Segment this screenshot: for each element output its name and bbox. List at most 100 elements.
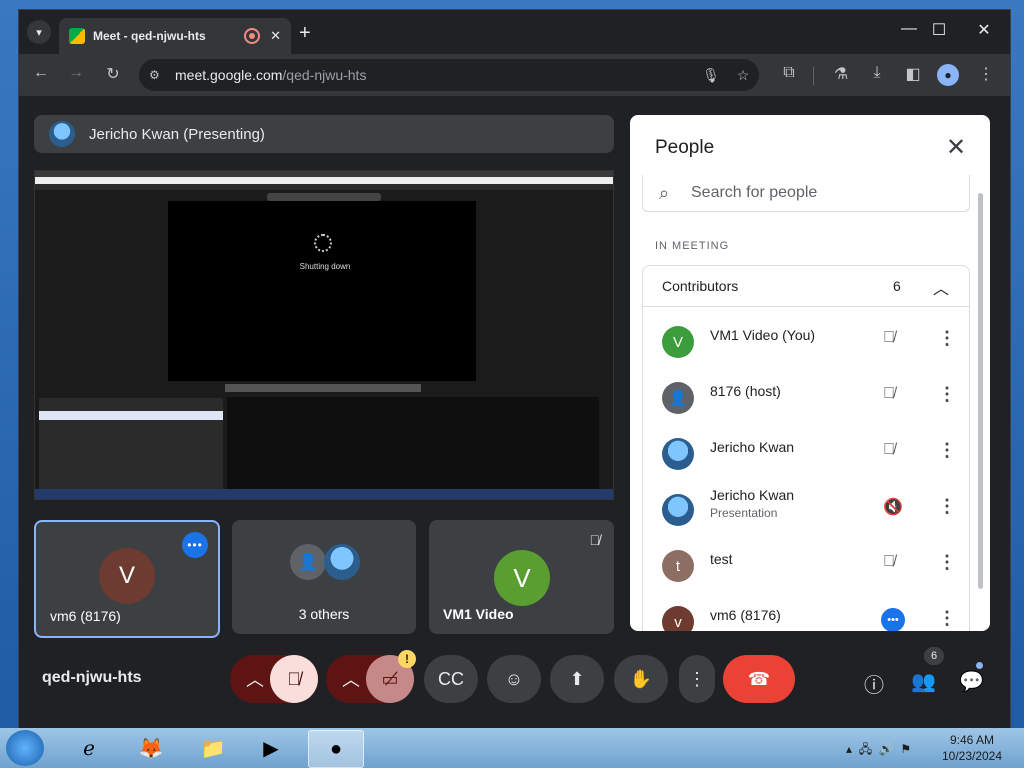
address-bar[interactable]: ⚙ meet.google.com/qed-njwu-hts 🎙 ☆: [139, 59, 759, 91]
mic-off-icon: 🎙̸: [287, 668, 301, 689]
panel-scrollbar[interactable]: [978, 193, 983, 589]
download-icon[interactable]: ⤓: [865, 64, 889, 82]
reload-icon[interactable]: ↻: [101, 64, 125, 84]
url-path: /qed-njwu-hts: [282, 67, 367, 83]
site-info-icon[interactable]: ⚙: [149, 68, 169, 82]
tab-strip: ▾ Meet - qed-njwu-hts ✕ + — ☐ ✕: [19, 10, 1010, 54]
camera-options-chevron-icon[interactable]: ︿: [342, 666, 360, 692]
chat-icon[interactable]: 💬: [959, 669, 984, 694]
url-host: meet.google.com: [175, 67, 283, 83]
internet-explorer-icon[interactable]: ℯ: [62, 730, 116, 766]
reactions-button[interactable]: ☺: [487, 655, 541, 703]
mic-toggle-button[interactable]: 🎙̸: [270, 655, 318, 703]
presenter-bar: Jericho Kwan (Presenting): [34, 115, 614, 153]
maximize-icon[interactable]: ☐: [919, 20, 959, 40]
participant-tile-vm6[interactable]: V ••• vm6 (8176): [34, 520, 220, 638]
list-item[interactable]: 👤 8176 (host) 🎙̸ ⋮: [643, 370, 969, 426]
leave-call-button[interactable]: ☎: [723, 655, 795, 703]
mic-off-icon: 🎙̸: [883, 385, 895, 402]
avatar: V: [662, 326, 694, 358]
more-options-button[interactable]: ⋮: [679, 655, 715, 703]
people-count-badge: 6: [924, 647, 944, 665]
mic-off-icon: 🎙̸: [883, 329, 895, 346]
bookmark-star-icon[interactable]: ☆: [727, 67, 759, 84]
chrome-menu-icon[interactable]: ⋮: [974, 64, 998, 84]
more-vert-icon[interactable]: ⋮: [938, 440, 956, 461]
tab-meet[interactable]: Meet - qed-njwu-hts ✕: [59, 18, 291, 54]
chrome-taskbar-icon[interactable]: ●: [308, 730, 364, 768]
side-panel-icon[interactable]: ◧: [901, 64, 925, 84]
captions-button[interactable]: CC: [424, 655, 478, 703]
meet-favicon-icon: [69, 28, 85, 44]
mic-options-chevron-icon[interactable]: ︿: [246, 666, 264, 692]
more-vert-icon[interactable]: ⋮: [938, 496, 956, 517]
more-vert-icon[interactable]: ⋮: [938, 328, 956, 349]
group-title: Contributors: [662, 278, 739, 294]
profile-avatar-icon[interactable]: ●: [937, 64, 959, 86]
shared-screen: Shutting down: [34, 170, 614, 500]
shared-sharing-pill: [267, 193, 381, 201]
list-item[interactable]: Jericho Kwan Presentation 🔇 ⋮: [643, 482, 969, 538]
back-icon[interactable]: ←: [29, 64, 53, 82]
participant-avatar: V: [99, 548, 155, 604]
list-item[interactable]: V VM1 Video (You) 🎙̸ ⋮: [643, 314, 969, 370]
clock-date: 10/23/2024: [941, 749, 1003, 763]
tab-close-icon[interactable]: ✕: [270, 28, 281, 44]
shared-vm-display: [168, 201, 476, 381]
people-search[interactable]: ⌕: [642, 175, 970, 212]
start-button[interactable]: [6, 730, 44, 766]
meeting-info-icon[interactable]: ⓘ: [864, 669, 884, 698]
clock-time: 9:46 AM: [949, 733, 995, 747]
close-panel-icon[interactable]: ✕: [946, 133, 966, 162]
more-vert-icon[interactable]: ⋮: [938, 608, 956, 629]
person-name: vm6 (8176): [710, 607, 781, 623]
recording-indicator-icon: [244, 28, 261, 44]
participant-tile-others[interactable]: 👤 3 others: [232, 520, 416, 634]
emoji-icon: ☺: [504, 668, 524, 689]
participant-name: VM1 Video: [443, 606, 514, 622]
system-clock[interactable]: 9:46 AM 10/23/2024: [930, 732, 1014, 764]
file-explorer-icon[interactable]: 📁: [186, 730, 240, 766]
toolbar-separator: [813, 67, 814, 85]
more-vert-icon[interactable]: ⋮: [938, 552, 956, 573]
hang-up-icon: ☎: [747, 668, 771, 689]
browser-toolbar: ← → ↻ ⚙ meet.google.com/qed-njwu-hts 🎙 ☆…: [19, 54, 1010, 96]
panel-title: People: [655, 137, 715, 158]
media-player-icon[interactable]: ▶: [244, 730, 298, 766]
labs-flask-icon[interactable]: ⚗: [829, 64, 853, 84]
firefox-icon[interactable]: 🦊: [124, 730, 178, 766]
avatar: [662, 494, 694, 526]
raise-hand-button[interactable]: ✋: [614, 655, 668, 703]
avatar: [662, 438, 694, 470]
people-icon[interactable]: 👥: [911, 669, 936, 694]
present-button[interactable]: ⬆: [550, 655, 604, 703]
more-vert-icon: ⋮: [688, 668, 706, 689]
chevron-up-icon[interactable]: ︿: [933, 275, 949, 299]
new-tab-icon[interactable]: +: [299, 22, 311, 45]
volume-off-icon: 🔇: [883, 499, 903, 516]
mic-off-icon: 🎙̸: [883, 553, 895, 570]
list-item[interactable]: Jericho Kwan 🎙̸ ⋮: [643, 426, 969, 482]
browser-window: ▾ Meet - qed-njwu-hts ✕ + — ☐ ✕ ← → ↻ ⚙ …: [18, 9, 1011, 729]
contributors-header[interactable]: Contributors 6 ︿: [643, 266, 969, 307]
window-close-icon[interactable]: ✕: [964, 20, 1004, 40]
shared-urlbar: [35, 177, 613, 184]
more-vert-icon[interactable]: ⋮: [938, 384, 956, 405]
search-icon: ⌕: [659, 182, 670, 203]
meeting-code: qed-njwu-hts: [42, 669, 142, 686]
list-item[interactable]: v vm6 (8176) ••• ⋮: [643, 594, 969, 631]
system-tray[interactable]: ▴ 🖧 🔊 ⚑: [846, 740, 911, 761]
participant-tile-vm1[interactable]: 🎙̸ V VM1 Video: [429, 520, 614, 634]
avatar: 👤: [662, 382, 694, 414]
shared-chat-area: [227, 397, 599, 491]
more-options-icon[interactable]: •••: [182, 532, 208, 558]
list-item[interactable]: t test 🎙̸ ⋮: [643, 538, 969, 594]
url-text: meet.google.com/qed-njwu-hts: [175, 67, 695, 83]
tab-search-dropdown-icon[interactable]: ▾: [27, 20, 51, 44]
search-input[interactable]: [689, 183, 953, 203]
forward-icon[interactable]: →: [64, 64, 88, 82]
extensions-icon[interactable]: ⧉: [777, 64, 801, 82]
more-options-icon[interactable]: •••: [881, 608, 905, 631]
section-label: IN MEETING: [655, 240, 730, 252]
microphone-in-use-icon[interactable]: 🎙: [695, 67, 727, 84]
